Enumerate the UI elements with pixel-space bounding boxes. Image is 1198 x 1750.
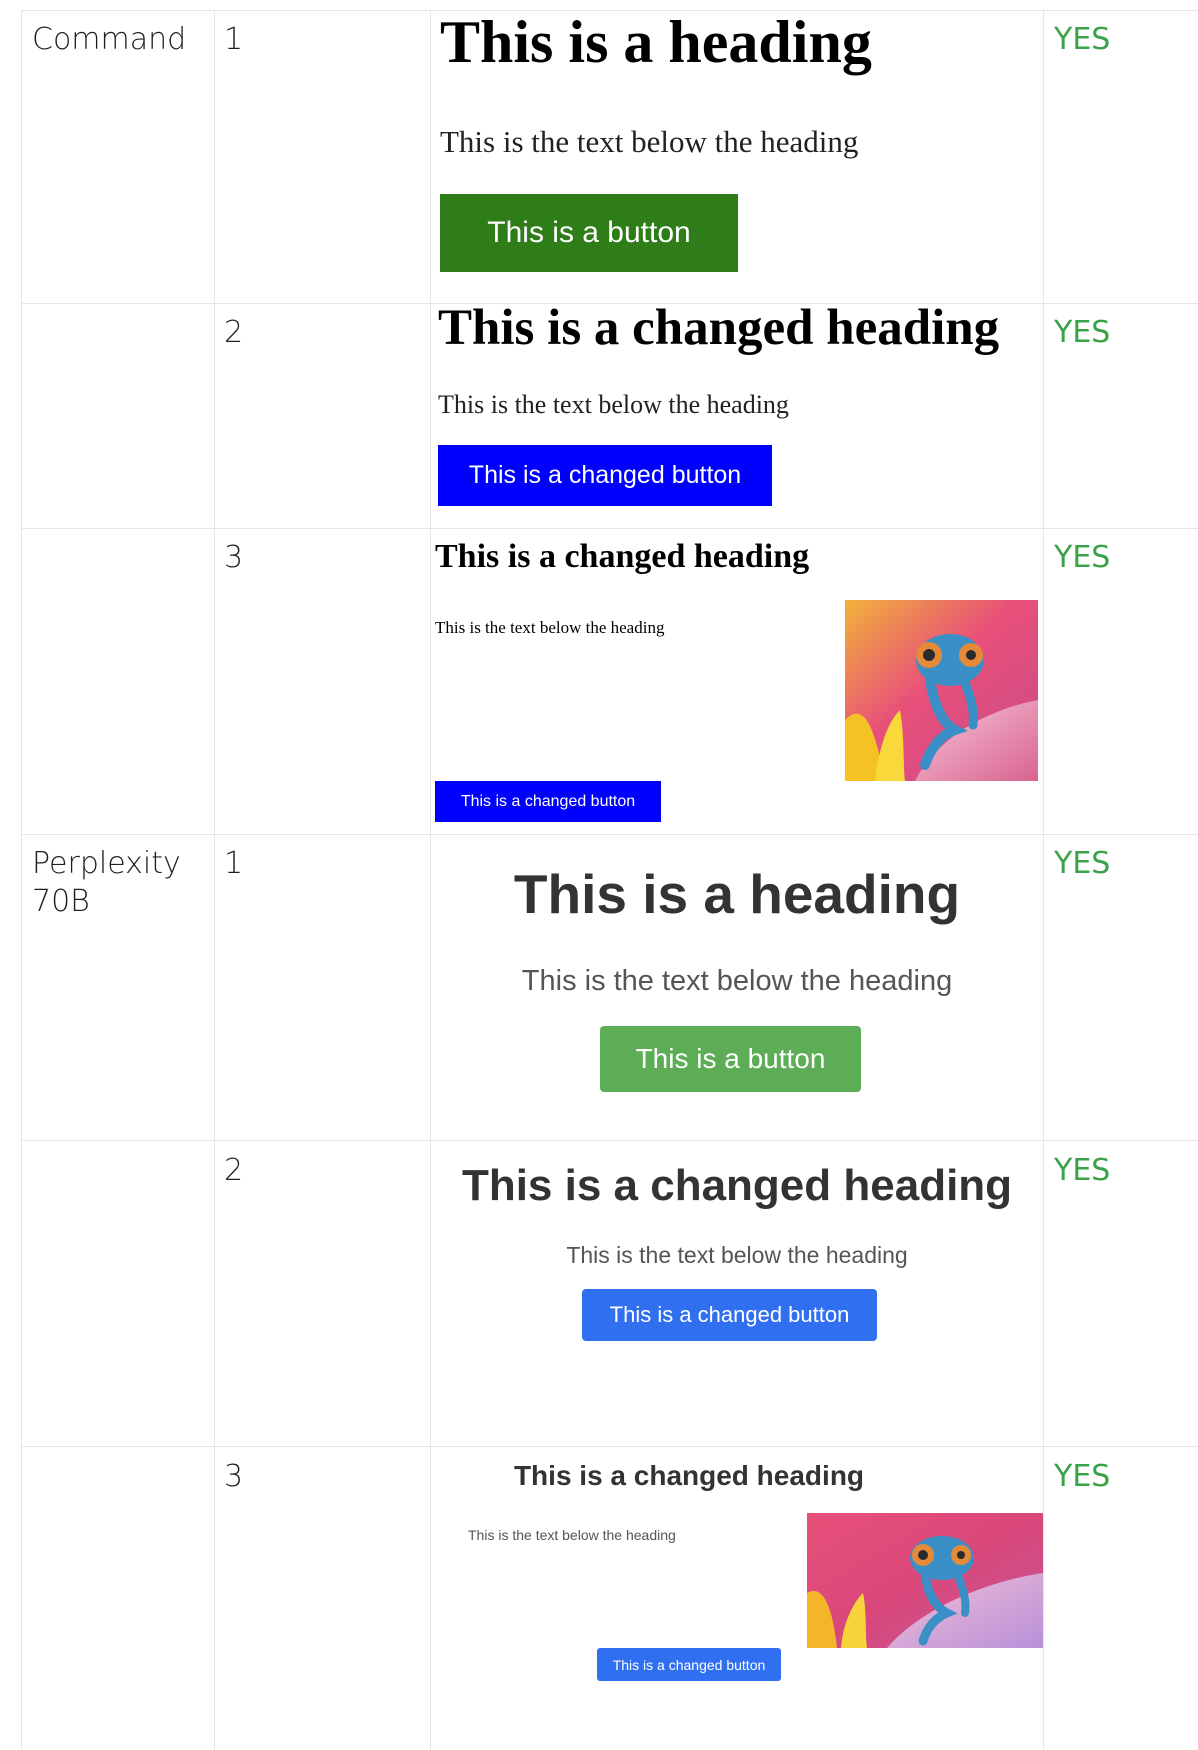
screenshot-heading: This is a changed heading <box>435 538 810 575</box>
screenshot-text: This is the text below the heading <box>566 1242 908 1268</box>
column-divider <box>214 10 215 1750</box>
model-name: Command <box>32 22 187 57</box>
row-divider <box>21 834 1198 835</box>
screenshot-text: This is the text below the heading <box>468 1527 676 1543</box>
run-number: 1 <box>224 22 244 57</box>
run-number: 3 <box>224 1459 244 1494</box>
column-divider <box>1043 10 1044 1750</box>
chameleon-image <box>807 1513 1043 1648</box>
screenshot-text: This is the text below the heading <box>440 124 859 159</box>
result-value: YES <box>1054 1153 1111 1188</box>
row-divider <box>21 1140 1198 1141</box>
screenshot-text: This is the text below the heading <box>438 390 789 419</box>
row-divider <box>21 1446 1198 1447</box>
screenshot-button[interactable]: This is a changed button <box>438 445 772 506</box>
screenshot-heading: This is a changed heading <box>461 1161 1013 1210</box>
table-border-left <box>21 10 22 1750</box>
result-value: YES <box>1054 315 1111 350</box>
run-number: 2 <box>224 315 244 350</box>
screenshot-text: This is the text below the heading <box>521 965 953 997</box>
chameleon-illustration <box>845 600 1038 781</box>
result-value: YES <box>1054 540 1111 575</box>
result-value: YES <box>1054 22 1111 57</box>
run-number: 2 <box>224 1153 244 1188</box>
screenshot-button[interactable]: This is a changed button <box>582 1289 877 1341</box>
chameleon-illustration <box>807 1513 1043 1648</box>
screenshot-button[interactable]: This is a button <box>440 194 738 272</box>
result-value: YES <box>1054 1459 1111 1494</box>
screenshot-heading: This is a heading <box>440 9 872 75</box>
screenshot-button[interactable]: This is a changed button <box>597 1648 781 1681</box>
run-number: 1 <box>224 846 244 881</box>
screenshot-text: This is the text below the heading <box>435 618 665 637</box>
screenshot-heading: This is a heading <box>513 863 961 925</box>
result-value: YES <box>1054 846 1111 881</box>
model-name: Perplexity 70B <box>32 846 181 919</box>
screenshot-button[interactable]: This is a button <box>600 1026 861 1092</box>
screenshot-heading: This is a changed heading <box>438 300 1000 356</box>
row-divider <box>21 528 1198 529</box>
screenshot-heading: This is a changed heading <box>513 1460 865 1491</box>
chameleon-image <box>845 600 1038 781</box>
run-number: 3 <box>224 540 244 575</box>
screenshot-button[interactable]: This is a changed button <box>435 781 661 822</box>
